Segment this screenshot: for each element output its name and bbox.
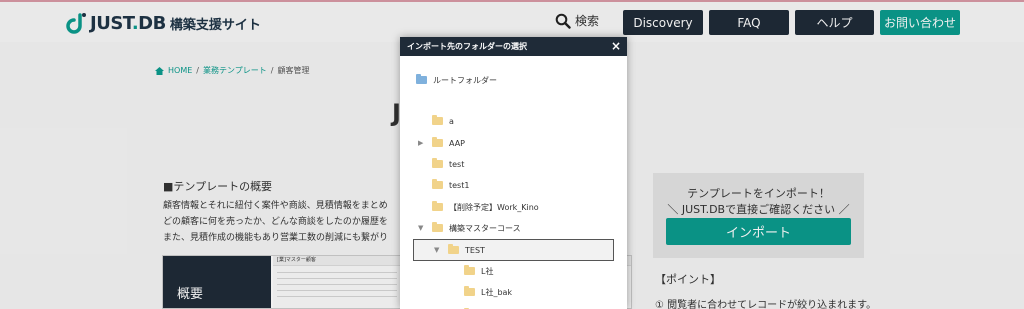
breadcrumb-templates[interactable]: 業務テンプレート — [203, 65, 267, 76]
tree-node-test-upper[interactable]: TEST — [448, 241, 485, 259]
site-header: JUST.DB 構築支援サイト 検索 Discovery FAQ ヘルプ お問い… — [0, 0, 1024, 42]
preview-row — [277, 284, 397, 285]
import-panel-heading: テンプレートをインポート！ — [687, 187, 830, 200]
folder-icon — [432, 137, 443, 147]
tree-node-label: L社_bak — [481, 287, 513, 297]
search-icon — [555, 13, 571, 29]
import-button[interactable]: インポート — [666, 218, 851, 245]
logo-wordmark: JUST.DB — [90, 12, 166, 34]
logo-mark-icon — [66, 13, 86, 34]
tree-node-root[interactable]: ルートフォルダー — [416, 71, 497, 89]
search-link[interactable]: 検索 — [555, 12, 599, 29]
tree-node-work-kino[interactable]: 【削除予定】Work_Kino — [432, 198, 539, 216]
folder-icon — [432, 201, 443, 211]
folder-icon — [464, 286, 475, 296]
tree-node-label: ルートフォルダー — [433, 75, 497, 85]
preview-label: 概要 — [177, 287, 204, 302]
folder-select-dialog: インポート先のフォルダーの選択 × ルートフォルダー a ▶ AAP test … — [400, 37, 627, 309]
tree-node-label: 【削除予定】Work_Kino — [449, 202, 539, 212]
preview-row — [277, 290, 397, 291]
overview-line: 顧客情報とそれに紐付く案件や商談、見積情報をまとめ — [163, 201, 388, 211]
tree-node-label: test — [449, 159, 465, 169]
preview-row — [277, 272, 397, 273]
search-label: 検索 — [575, 14, 600, 28]
folder-icon — [432, 179, 443, 189]
breadcrumb-home[interactable]: HOME — [168, 66, 192, 75]
site-logo[interactable]: JUST.DB 構築支援サイト — [66, 10, 261, 36]
point-item: ① 閲覧者に合わせてレコードが絞り込まれます。 — [655, 300, 877, 309]
preview-row — [277, 278, 397, 279]
folder-icon — [416, 74, 427, 84]
close-icon[interactable]: × — [611, 39, 621, 54]
import-panel-subheading: ＼ JUST.DBで直接ご確認ください ／ — [667, 203, 850, 216]
folder-icon — [448, 244, 459, 254]
overview-text: 顧客情報とそれに紐付く案件や商談、見積情報をまとめ どの顧客に何を売ったか、どん… — [163, 198, 403, 246]
tree-node-label: TEST — [465, 245, 485, 255]
tree-node-l[interactable]: L社 — [464, 262, 493, 280]
logo-subtitle: 構築支援サイト — [169, 17, 261, 33]
tree-node-course[interactable]: 構築マスターコース — [432, 219, 521, 237]
overview-line: どの顧客に何を売ったか、どんな商談をしたのか履歴を — [163, 217, 388, 227]
tree-node-test[interactable]: test — [432, 155, 464, 173]
points-heading: 【ポイント】 — [655, 273, 721, 286]
dialog-title: インポート先のフォルダーの選択 — [407, 42, 527, 51]
tree-node-l-bak[interactable]: L社_bak — [464, 283, 512, 301]
tree-node-label: 構築マスターコース — [449, 223, 521, 233]
tree-node-label: a — [449, 116, 454, 126]
tree-node-a[interactable]: a — [432, 112, 454, 130]
overview-line: また、見積作成の機能もあり営業工数の削減にも繋がり — [163, 233, 389, 243]
nav-contact-button[interactable]: お問い合わせ — [880, 10, 960, 35]
collapse-arrow-icon[interactable]: ▼ — [434, 246, 439, 254]
expand-arrow-icon[interactable]: ▶ — [418, 139, 423, 147]
breadcrumb: HOME / 業務テンプレート / 顧客管理 — [155, 65, 309, 76]
folder-icon — [464, 265, 475, 275]
folder-icon — [432, 222, 443, 232]
breadcrumb-separator: / — [196, 66, 199, 75]
tree-node-label: L社 — [481, 266, 494, 276]
selected-folder-highlight — [413, 239, 614, 261]
collapse-arrow-icon[interactable]: ▼ — [418, 224, 423, 232]
home-icon — [155, 66, 164, 75]
preview-row — [277, 296, 397, 297]
tree-node-label: AAP — [449, 138, 465, 148]
nav-help-button[interactable]: ヘルプ — [795, 10, 874, 35]
dialog-header: インポート先のフォルダーの選択 × — [400, 37, 627, 56]
nav-discovery-button[interactable]: Discovery — [623, 10, 703, 35]
folder-icon — [432, 158, 443, 168]
nav-faq-button[interactable]: FAQ — [709, 10, 789, 35]
breadcrumb-current: 顧客管理 — [277, 66, 310, 75]
breadcrumb-separator: / — [270, 66, 274, 75]
overview-heading: ■テンプレートの概要 — [163, 180, 273, 193]
tree-node-label: test1 — [449, 180, 470, 190]
folder-icon — [432, 115, 443, 125]
tree-node-p[interactable]: P — [464, 305, 486, 309]
tree-node-test1[interactable]: test1 — [432, 176, 469, 194]
preview-sidebar: 概要 — [163, 256, 271, 308]
tree-node-aap[interactable]: AAP — [432, 134, 465, 152]
import-panel: テンプレートをインポート！ ＼ JUST.DBで直接ご確認ください ／ インポー… — [653, 173, 864, 258]
